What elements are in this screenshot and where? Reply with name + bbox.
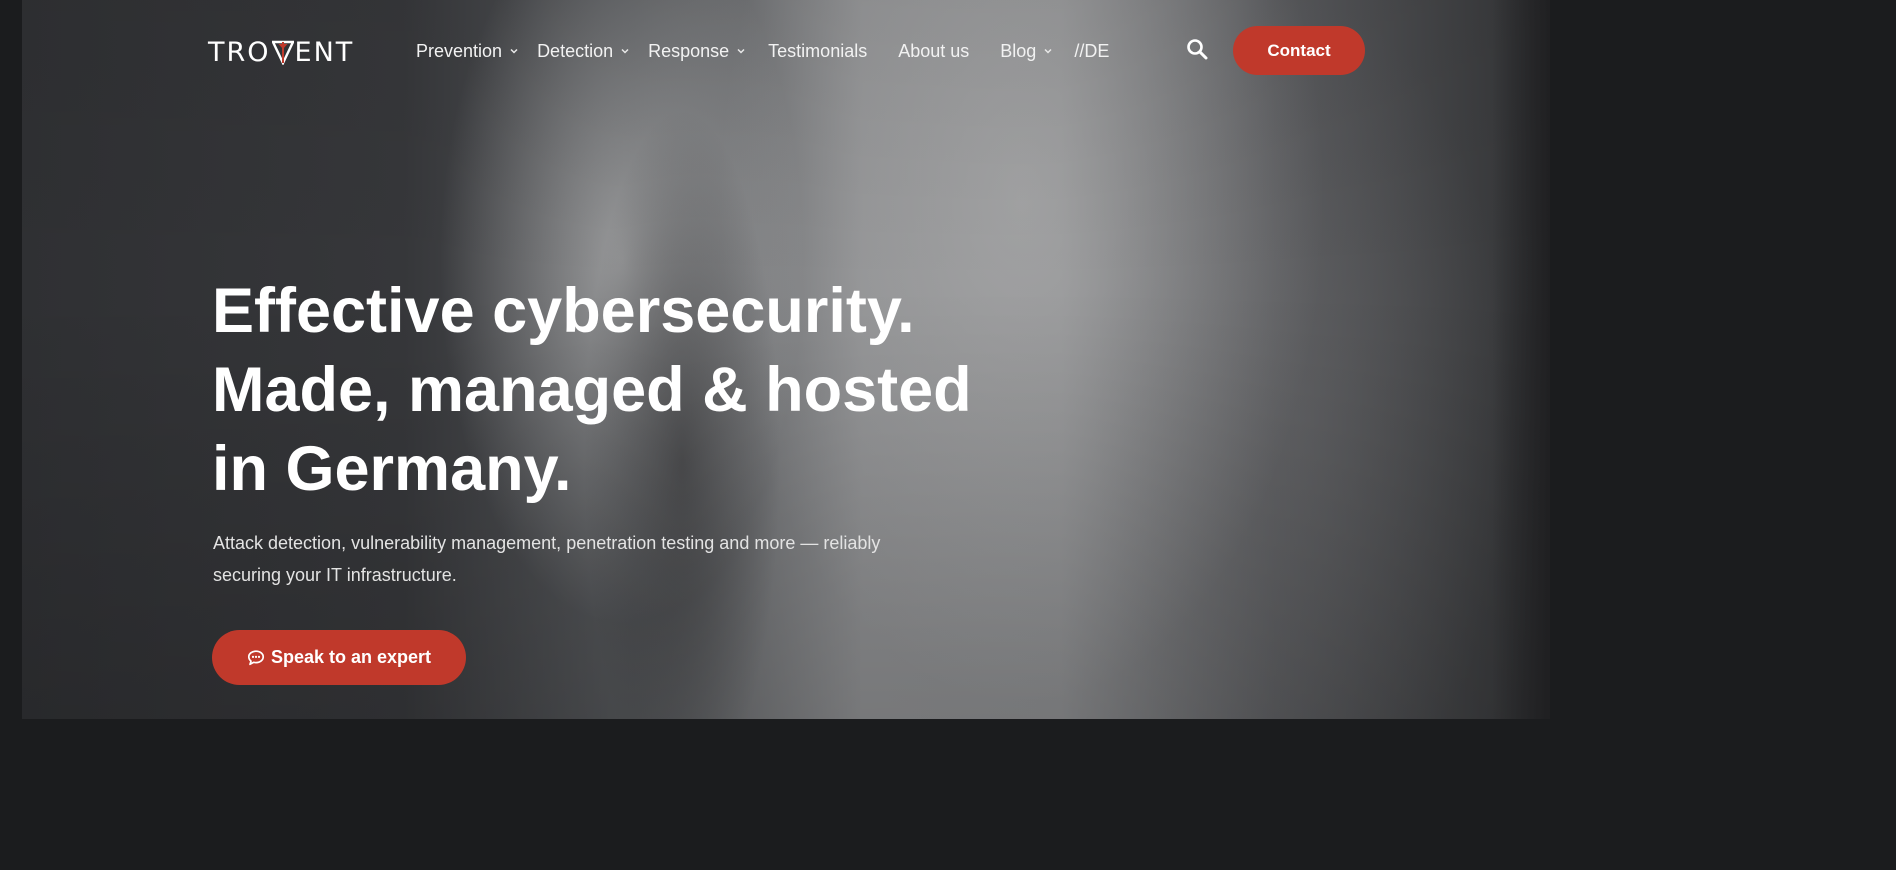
logo-v-mark-icon: [271, 40, 294, 65]
logo-text-left: TRO: [208, 36, 271, 68]
nav-item-about-us[interactable]: About us: [898, 41, 969, 62]
nav-item-label: About us: [898, 40, 970, 61]
chevron-down-icon: [510, 48, 518, 54]
nav-item-blog[interactable]: Blog: [1000, 41, 1053, 62]
hero-background-edge: [1492, 0, 1550, 719]
nav-item-language-de[interactable]: //DE: [1074, 41, 1109, 62]
nav-item-response[interactable]: Response: [648, 41, 746, 62]
chat-icon: [247, 649, 265, 665]
speak-to-expert-button[interactable]: Speak to an expert: [212, 630, 466, 685]
nav-item-testimonials[interactable]: Testimonials: [768, 41, 867, 62]
hero-headline: Effective cybersecurity. Made, managed &…: [212, 272, 1012, 509]
cta-label: Speak to an expert: [270, 647, 432, 667]
hero-subtitle: Attack detection, vulnerability manageme…: [213, 533, 881, 585]
nav-item-label: Prevention: [416, 40, 503, 61]
nav-item-label: Detection: [537, 40, 614, 61]
main-nav: Prevention Detection Response Testimonia…: [416, 36, 1109, 66]
nav-item-label: Response: [648, 40, 730, 61]
hero-headline-line: Made, managed & hosted: [212, 355, 972, 425]
logo-text-right: ENT: [294, 36, 355, 68]
nav-item-detection[interactable]: Detection: [537, 41, 630, 62]
search-icon[interactable]: [1186, 38, 1208, 60]
trovent-logo[interactable]: TRO ENT: [208, 35, 354, 69]
hero-headline-line: in Germany.: [212, 434, 572, 504]
chevron-down-icon: [737, 48, 745, 54]
chevron-down-icon: [1044, 48, 1052, 54]
chevron-down-icon: [621, 48, 629, 54]
nav-item-prevention[interactable]: Prevention: [416, 41, 519, 62]
hero-headline-line: Effective cybersecurity.: [212, 276, 915, 346]
contact-button[interactable]: Contact: [1233, 26, 1365, 75]
nav-item-label: //DE: [1074, 40, 1110, 61]
nav-item-label: Blog: [1000, 40, 1037, 61]
nav-item-label: Testimonials: [768, 40, 868, 61]
